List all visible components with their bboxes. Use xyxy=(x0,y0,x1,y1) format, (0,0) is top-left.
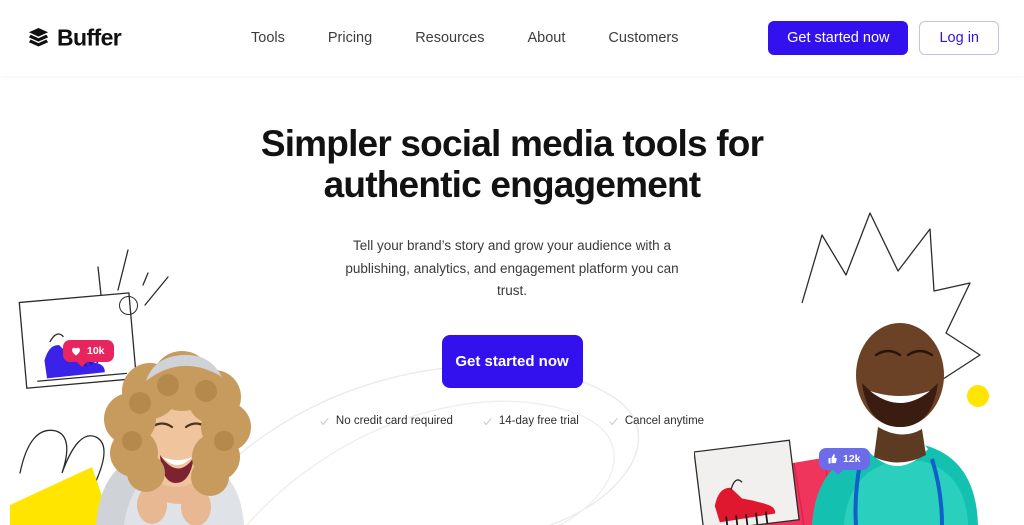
nav-item-resources[interactable]: Resources xyxy=(415,22,484,54)
hero-cta-wrapper: Get started now xyxy=(0,335,1024,389)
site-header: Buffer Tools Pricing Resources About Cus… xyxy=(0,0,1024,76)
hero-section: 10k 12k Simpler social media tools for a… xyxy=(0,76,1024,525)
nav-item-customers[interactable]: Customers xyxy=(608,22,678,54)
nav-item-pricing[interactable]: Pricing xyxy=(328,22,372,54)
hero-get-started-button[interactable]: Get started now xyxy=(441,335,583,389)
check-icon xyxy=(609,417,618,425)
check-icon xyxy=(320,417,329,425)
trust-badges: No credit card required 14-day free tria… xyxy=(0,415,1024,427)
like-engagement-badge: 12k xyxy=(819,448,870,475)
buffer-logo[interactable]: Buffer xyxy=(27,24,122,51)
headline-line-2: authentic engagement xyxy=(323,163,701,205)
header-login-button[interactable]: Log in xyxy=(919,21,999,55)
nav-item-about[interactable]: About xyxy=(528,22,566,54)
subhead-line-2: analytics, and engagement platform you c… xyxy=(413,260,679,298)
trust-label: 14-day free trial xyxy=(498,415,579,428)
trust-label: No credit card required xyxy=(335,415,453,428)
header-actions: Get started now Log in xyxy=(768,21,999,55)
like-badge-value: 12k xyxy=(843,452,861,465)
trust-label: Cancel anytime xyxy=(624,415,705,428)
logo-text: Buffer xyxy=(57,24,122,51)
hero-content: Simpler social media tools for authentic… xyxy=(0,76,1024,427)
header-get-started-button[interactable]: Get started now xyxy=(768,21,909,55)
hero-subheading: Tell your brand’s story and grow your au… xyxy=(337,235,687,302)
nav-item-tools[interactable]: Tools xyxy=(251,22,285,54)
thumbs-up-icon xyxy=(828,454,837,464)
page-title: Simpler social media tools for authentic… xyxy=(192,123,832,205)
trust-item-no-credit-card: No credit card required xyxy=(320,415,453,427)
main-navigation: Tools Pricing Resources About Customers xyxy=(251,22,679,54)
check-icon xyxy=(483,417,492,425)
trust-item-cancel-anytime: Cancel anytime xyxy=(609,415,704,427)
trust-item-free-trial: 14-day free trial xyxy=(483,415,579,427)
headline-line-1: Simpler social media tools for xyxy=(260,123,764,164)
buffer-layers-icon xyxy=(28,27,49,47)
